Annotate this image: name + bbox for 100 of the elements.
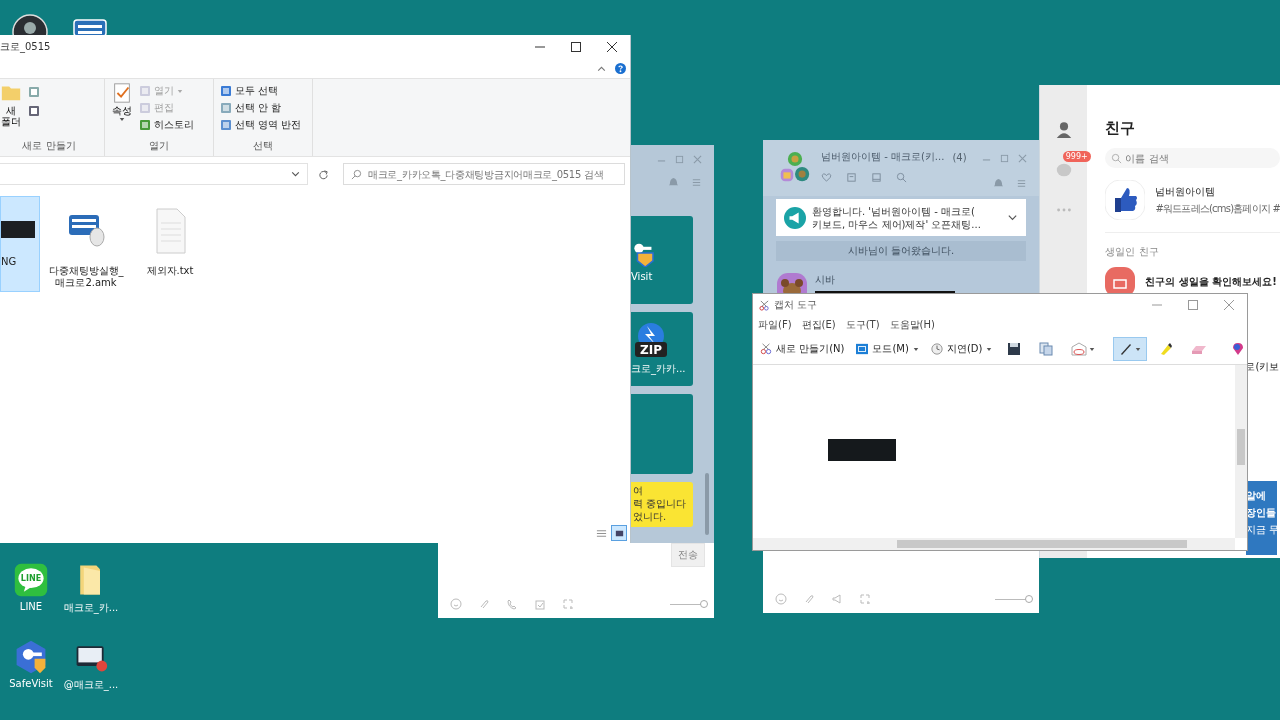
file-name: 크로_카카... bbox=[631, 362, 686, 376]
file-item[interactable]: 다중채팅방실행_ 매크로2.amk bbox=[46, 196, 126, 294]
edit-icon bbox=[139, 102, 151, 114]
menu-icon[interactable] bbox=[1016, 178, 1027, 189]
birthday-prompt[interactable]: 친구의 생일을 확인해보세요! bbox=[1145, 275, 1277, 289]
vertical-scrollbar[interactable] bbox=[1235, 365, 1247, 538]
system-message: 시바님이 들어왔습니다. bbox=[776, 241, 1026, 261]
unread-badge: 999+ bbox=[1062, 151, 1091, 162]
menu-item[interactable]: 도움말(H) bbox=[889, 318, 935, 332]
caret-icon bbox=[119, 117, 125, 122]
image-message[interactable]: ZIP 크로_카카... bbox=[631, 312, 693, 386]
section-label: 생일인 친구 bbox=[1105, 245, 1160, 259]
emoji-icon[interactable] bbox=[775, 593, 787, 605]
captured-image bbox=[828, 439, 896, 461]
group-label: 선택 bbox=[252, 139, 274, 153]
list-icon bbox=[595, 527, 607, 539]
refresh-icon[interactable] bbox=[318, 168, 329, 180]
ribbon-item[interactable]: 모두 선택 bbox=[220, 84, 302, 98]
notice-banner[interactable]: 환영합니다. '넘버원아이템 - 매크로( 키보드, 마우스 제어)제작' 오픈채팅... bbox=[776, 199, 1026, 236]
caret-icon bbox=[912, 346, 919, 352]
menu-item[interactable]: 파일(F) bbox=[758, 318, 792, 332]
file-item[interactable]: 제외자.txt bbox=[140, 196, 200, 282]
group-avatar-icon bbox=[779, 150, 811, 184]
image-thumbnail-icon bbox=[1, 221, 35, 238]
desktop-shortcut[interactable]: LINE LINE bbox=[2, 560, 60, 617]
help-icon[interactable] bbox=[615, 63, 626, 74]
slider-thumb[interactable] bbox=[1025, 594, 1033, 603]
shortcut-icon[interactable] bbox=[28, 105, 40, 117]
scrollbar[interactable] bbox=[705, 473, 709, 535]
copy-path-icon[interactable] bbox=[28, 86, 40, 98]
profile-name: 넘버원아이템 bbox=[1155, 184, 1217, 199]
ribbon-button[interactable]: 새 폴더 bbox=[0, 82, 22, 139]
image-message[interactable]: Visit bbox=[631, 216, 693, 304]
check-document-icon bbox=[111, 82, 133, 104]
emoji-icon[interactable] bbox=[450, 598, 462, 610]
chat-bubble-icon: LINE bbox=[13, 562, 49, 598]
desktop-shortcut[interactable]: 매크로_카... bbox=[60, 560, 122, 617]
notes-icon[interactable] bbox=[846, 172, 857, 183]
status-message: #워드프레스(cms)홈페이지 # bbox=[1155, 201, 1280, 216]
image-message[interactable] bbox=[631, 394, 693, 474]
chat-bubble-icon[interactable] bbox=[1054, 161, 1073, 179]
desktop-shortcut[interactable]: @매크로_... bbox=[60, 637, 122, 694]
megaphone-icon bbox=[784, 206, 806, 229]
ribbon-item[interactable]: 히스토리 bbox=[139, 118, 194, 132]
menu-icon[interactable] bbox=[691, 177, 702, 188]
bell-icon[interactable] bbox=[668, 177, 679, 188]
sender-name: 시바 bbox=[815, 273, 836, 287]
notice-text: 환영합니다. '넘버원아이템 - 매크로( 키보드, 마우스 제어)제작' 오픈채팅... bbox=[812, 204, 982, 231]
pen-icon[interactable] bbox=[1113, 337, 1148, 361]
menu-item[interactable]: 도구(T) bbox=[845, 318, 880, 332]
album-icon[interactable] bbox=[871, 172, 882, 183]
maximize-icon[interactable] bbox=[571, 42, 581, 52]
toolbar-button[interactable]: 모드(M) bbox=[853, 340, 922, 358]
chat-title: 넘버원아이템 - 매크로(키... bbox=[821, 150, 945, 164]
desktop-shortcut[interactable]: SafeVisit bbox=[2, 637, 60, 694]
ad-text: 장인들 bbox=[1246, 506, 1277, 520]
caret-icon bbox=[986, 346, 993, 352]
toolbar-button[interactable]: 새로 만들기(N) bbox=[757, 340, 848, 358]
calendar-icon[interactable] bbox=[534, 598, 546, 610]
capture-icon[interactable] bbox=[859, 593, 871, 605]
invert-selection-icon bbox=[220, 119, 232, 131]
horizontal-scrollbar[interactable] bbox=[753, 538, 1235, 550]
collapse-ribbon-icon[interactable] bbox=[596, 63, 607, 74]
megaphone-icon[interactable] bbox=[831, 593, 843, 605]
heart-icon[interactable] bbox=[821, 172, 832, 183]
page-title: 친구 bbox=[1105, 119, 1137, 138]
ribbon-button[interactable]: 속성 bbox=[111, 82, 133, 139]
ad-text: 지금 무 bbox=[1246, 523, 1278, 537]
chevron-down-icon[interactable] bbox=[1007, 212, 1018, 223]
ribbon-item[interactable]: 선택 영역 반전 bbox=[220, 118, 302, 132]
menu-item[interactable]: 편집(E) bbox=[801, 318, 836, 332]
capture-icon[interactable] bbox=[562, 598, 574, 610]
slider-thumb[interactable] bbox=[700, 599, 708, 608]
paperclip-icon[interactable] bbox=[478, 598, 490, 610]
open-icon bbox=[139, 85, 151, 97]
scissors-icon bbox=[760, 343, 772, 355]
window-title: 캡처 도구 bbox=[774, 298, 818, 312]
bell-icon[interactable] bbox=[993, 178, 1004, 189]
member-count: (4) bbox=[952, 151, 967, 163]
message-bubble: 여 력 중입니다 었니다. bbox=[631, 482, 693, 527]
select-none-icon bbox=[220, 102, 232, 114]
file-item[interactable]: NG bbox=[0, 196, 40, 292]
rectangle-icon bbox=[856, 343, 869, 355]
search-icon bbox=[351, 169, 362, 180]
phone-icon[interactable] bbox=[506, 598, 518, 610]
toolbar-button[interactable]: 지연(D) bbox=[927, 340, 996, 358]
ribbon-item[interactable]: 선택 안 함 bbox=[220, 101, 302, 115]
person-icon[interactable] bbox=[1054, 121, 1073, 139]
file-name: Visit bbox=[631, 270, 653, 282]
search-icon[interactable] bbox=[896, 172, 907, 183]
search-field[interactable]: 이름 검색 bbox=[1105, 148, 1280, 168]
scissors-icon bbox=[759, 299, 770, 311]
select-all-icon bbox=[220, 85, 232, 97]
paperclip-icon[interactable] bbox=[803, 593, 815, 605]
window-title: 크로_0515 bbox=[0, 40, 51, 54]
clock-icon bbox=[930, 343, 943, 355]
caret-icon bbox=[177, 88, 183, 94]
search-field[interactable]: 매크로_카카오톡_다중채팅방금지어매크로_0515 검색 bbox=[343, 163, 625, 185]
close-icon[interactable] bbox=[607, 42, 617, 52]
large-icons-view-button[interactable] bbox=[611, 525, 627, 541]
